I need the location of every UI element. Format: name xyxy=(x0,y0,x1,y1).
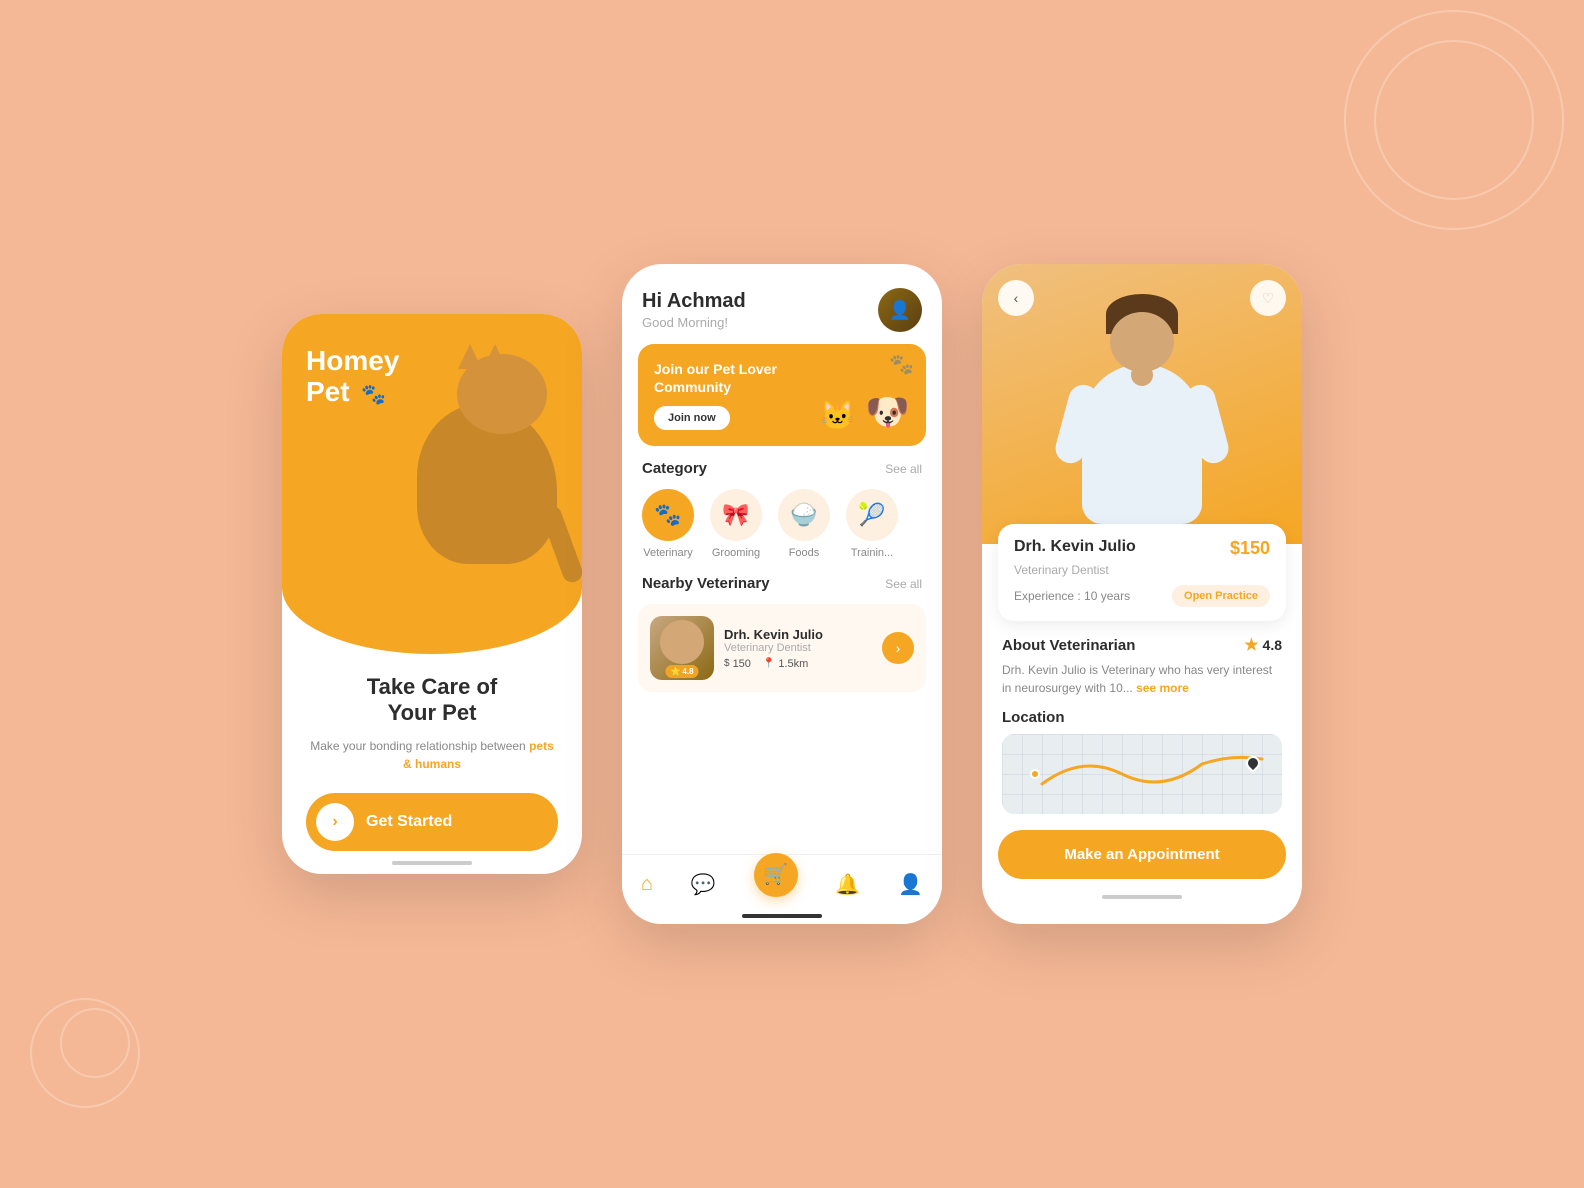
training-icon: 🎾 xyxy=(846,489,898,541)
phone-splash: Homey Pet 🐾 Take Care of Your Pet Make y… xyxy=(282,314,582,874)
greeting-sub: Good Morning! xyxy=(642,315,746,330)
star-icon: ★ xyxy=(1244,635,1258,655)
category-list: 🐾 Veterinary 🎀 Grooming 🍚 Foods 🎾 Traini… xyxy=(622,489,942,559)
bell-icon: 🔔 xyxy=(835,872,860,897)
about-text: Drh. Kevin Julio is Veterinary who has v… xyxy=(1002,661,1282,697)
splash-hero: Homey Pet 🐾 xyxy=(282,314,582,654)
community-title: Join our Pet Lover Community xyxy=(654,360,820,396)
user-avatar[interactable]: 👤 xyxy=(878,288,922,332)
about-header: About Veterinarian ★ 4.8 xyxy=(1002,635,1282,655)
vet-detail-name: Drh. Kevin Julio xyxy=(1014,538,1136,556)
about-section: About Veterinarian ★ 4.8 Drh. Kevin Juli… xyxy=(982,621,1302,705)
price-meta: $ 150 xyxy=(724,658,751,670)
map-container[interactable] xyxy=(1002,734,1282,814)
vet-detail-price: $150 xyxy=(1230,538,1270,559)
paw-icon: 🐾 xyxy=(361,384,386,406)
category-grooming[interactable]: 🎀 Grooming xyxy=(710,489,762,559)
category-veterinary[interactable]: 🐾 Veterinary xyxy=(642,489,694,559)
rating-display: ★ 4.8 xyxy=(1244,635,1282,655)
nearby-vet-info: Drh. Kevin Julio Veterinary Dentist $ 15… xyxy=(724,627,872,670)
nearby-section-header: Nearby Veterinary See all xyxy=(622,575,942,592)
nav-chat[interactable]: 💬 xyxy=(683,868,724,901)
join-button[interactable]: Join now xyxy=(654,406,730,430)
home-indicator-3 xyxy=(1102,895,1182,899)
vet-person-illustration xyxy=(1042,284,1242,544)
community-text: Join our Pet Lover Community Join now xyxy=(654,360,820,430)
favorite-button[interactable]: ♡ xyxy=(1250,280,1286,316)
greeting-section: Hi Achmad Good Morning! xyxy=(642,290,746,330)
subtitle: Make your bonding relationship between p… xyxy=(306,737,558,773)
nav-user[interactable]: 👤 xyxy=(890,868,931,901)
location-icon: 📍 xyxy=(763,658,775,669)
location-section: Location xyxy=(982,705,1302,822)
arrow-icon: › xyxy=(332,813,337,831)
vet-avatar: ⭐ 4.8 xyxy=(650,616,714,680)
about-title: About Veterinarian xyxy=(1002,637,1135,654)
chat-icon: 💬 xyxy=(691,872,716,897)
open-practice-button[interactable]: Open Practice xyxy=(1172,585,1270,607)
nav-cart[interactable]: 🛒 xyxy=(746,869,806,901)
vet-detail-specialty: Veterinary Dentist xyxy=(1014,563,1270,577)
grooming-label: Grooming xyxy=(712,547,760,559)
get-started-label: Get Started xyxy=(366,813,452,831)
get-started-button[interactable]: › Get Started xyxy=(306,793,558,851)
cart-icon: 🛒 xyxy=(754,853,798,897)
location-title: Location xyxy=(1002,709,1282,726)
tagline: Take Care of Your Pet xyxy=(306,674,558,727)
home-indicator-2 xyxy=(742,914,822,918)
user-icon: 👤 xyxy=(898,872,923,897)
splash-content: Take Care of Your Pet Make your bonding … xyxy=(282,654,582,874)
nearby-vet-name: Drh. Kevin Julio xyxy=(724,627,872,642)
dollar-icon: $ xyxy=(724,658,730,669)
category-see-all[interactable]: See all xyxy=(885,462,922,476)
category-foods[interactable]: 🍚 Foods xyxy=(778,489,830,559)
category-title: Category xyxy=(642,460,707,477)
vet-name-row: Drh. Kevin Julio $150 xyxy=(1014,538,1270,559)
back-button[interactable]: ‹ xyxy=(998,280,1034,316)
cat-illustration xyxy=(397,344,577,584)
nav-home[interactable]: ⌂ xyxy=(633,869,661,900)
nav-bell[interactable]: 🔔 xyxy=(827,868,868,901)
map-route-svg xyxy=(1002,734,1282,814)
heart-icon: ♡ xyxy=(1262,290,1275,307)
nearby-meta: $ 150 📍 1.5km xyxy=(724,658,872,670)
nearby-see-all[interactable]: See all xyxy=(885,577,922,591)
make-appointment-button[interactable]: Make an Appointment xyxy=(998,830,1286,879)
phones-container: Homey Pet 🐾 Take Care of Your Pet Make y… xyxy=(282,264,1302,924)
vet-info-card: Drh. Kevin Julio $150 Veterinary Dentist… xyxy=(998,524,1286,621)
nearby-vet-spec: Veterinary Dentist xyxy=(724,642,872,654)
category-section-header: Category See all xyxy=(622,460,942,477)
training-label: Trainin... xyxy=(851,547,893,559)
rating-badge: ⭐ 4.8 xyxy=(665,665,698,678)
experience-text: Experience : 10 years xyxy=(1014,589,1130,603)
grooming-icon: 🎀 xyxy=(710,489,762,541)
veterinary-label: Veterinary xyxy=(643,547,693,559)
greeting-name: Hi Achmad xyxy=(642,290,746,313)
foods-label: Foods xyxy=(789,547,820,559)
phone-vet-detail: ‹ ♡ Drh. Kevin Julio $150 xyxy=(982,264,1302,924)
community-pets: 🐶 🐱 xyxy=(820,360,910,430)
category-training[interactable]: 🎾 Trainin... xyxy=(846,489,898,559)
get-started-circle: › xyxy=(316,803,354,841)
veterinary-icon: 🐾 xyxy=(642,489,694,541)
home-header: Hi Achmad Good Morning! 👤 xyxy=(622,264,942,344)
see-more-link[interactable]: see more xyxy=(1136,681,1189,695)
vet-meta-row: Experience : 10 years Open Practice xyxy=(1014,585,1270,607)
app-title: Homey Pet 🐾 xyxy=(306,346,399,408)
distance-meta: 📍 1.5km xyxy=(763,658,808,670)
nearby-title: Nearby Veterinary xyxy=(642,575,770,592)
vet-arrow-button[interactable]: › xyxy=(882,632,914,664)
home-icon: ⌂ xyxy=(641,873,653,896)
vet-hero: ‹ ♡ xyxy=(982,264,1302,544)
home-indicator xyxy=(392,861,472,865)
foods-icon: 🍚 xyxy=(778,489,830,541)
community-banner[interactable]: Join our Pet Lover Community Join now 🐾 … xyxy=(638,344,926,446)
phone-home: Hi Achmad Good Morning! 👤 Join our Pet L… xyxy=(622,264,942,924)
nearby-vet-card[interactable]: ⭐ 4.8 Drh. Kevin Julio Veterinary Dentis… xyxy=(638,604,926,692)
